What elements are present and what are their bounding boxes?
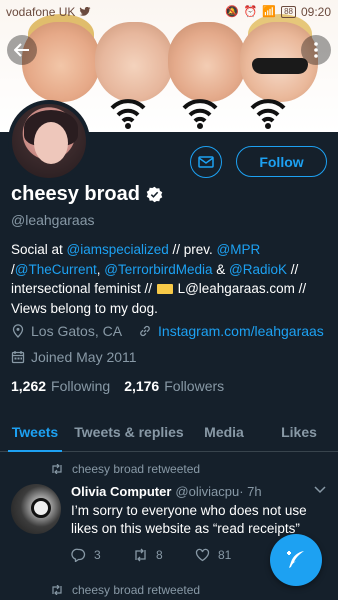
name-row: cheesy broad <box>11 183 163 206</box>
bio-mention-link[interactable]: @RadioK <box>229 262 287 277</box>
retweet-indicator: cheesy broad retweeted <box>50 583 200 597</box>
followers-count[interactable]: 2,176 <box>124 378 159 394</box>
follow-counts: 1,262 Following 2,176 Followers <box>11 378 224 394</box>
tweet-actions: 3 8 81 <box>71 548 257 562</box>
tab-tweets[interactable]: Tweets <box>0 412 70 452</box>
bio-mention-link[interactable]: @TerrorbirdMedia <box>104 262 212 277</box>
retweet-icon <box>52 464 62 474</box>
tweet-header: Olivia Computer @oliviacpu · 7h <box>71 484 326 499</box>
battery-indicator: 88 <box>281 6 296 18</box>
status-bar: vodafone UK 🔕 ⏰ 📶 88 09:20 <box>0 0 338 24</box>
reply-count: 3 <box>94 548 101 562</box>
retweet-label: cheesy broad retweeted <box>72 583 201 597</box>
banner-face <box>168 22 246 102</box>
link-icon <box>140 325 150 337</box>
reply-action[interactable]: 3 <box>71 548 133 562</box>
tweet-text[interactable]: I’m sorry to everyone who does not use l… <box>71 502 327 538</box>
tab-media[interactable]: Media <box>188 412 260 451</box>
website-link[interactable]: Instagram.com/leahgaraas <box>158 323 324 339</box>
joined-text: Joined May 2011 <box>31 349 137 365</box>
like-action[interactable]: 81 <box>195 548 257 562</box>
tweet-author-handle[interactable]: @oliviacpu <box>175 484 239 499</box>
chevron-down-icon[interactable] <box>314 486 326 494</box>
retweet-indicator: cheesy broad retweeted <box>50 462 200 476</box>
clock: 09:20 <box>300 5 331 19</box>
retweet-count: 8 <box>156 548 163 562</box>
sunglasses <box>252 58 308 74</box>
joined-row: Joined May 2011 <box>11 349 137 365</box>
tweet-author-name[interactable]: Olivia Computer <box>71 484 171 499</box>
compose-tweet-button[interactable] <box>270 534 322 586</box>
back-arrow-icon <box>14 43 29 57</box>
display-name: cheesy broad <box>11 183 140 205</box>
location-pin-icon <box>12 324 24 338</box>
calendar-icon <box>11 351 25 364</box>
tab-tweets-replies[interactable]: Tweets & replies <box>70 412 188 451</box>
location-row: Los Gatos, CA Instagram.com/leahgaraas <box>11 323 324 339</box>
compose-feather-icon <box>287 551 304 568</box>
avatar-face <box>34 122 68 164</box>
status-left: vodafone UK <box>6 5 91 19</box>
profile-avatar[interactable] <box>8 100 90 182</box>
profile-tabs: Tweets Tweets & replies Media Likes <box>0 412 338 452</box>
profile-handle: @leahgaraas <box>11 212 95 228</box>
bio-mention-link[interactable]: @MPR <box>217 242 261 257</box>
tab-likes[interactable]: Likes <box>260 412 338 451</box>
followers-label[interactable]: Followers <box>164 378 224 394</box>
following-count[interactable]: 1,262 <box>11 378 46 394</box>
twitter-notification-icon <box>79 7 91 16</box>
status-right: 🔕 ⏰ 📶 88 09:20 <box>225 5 331 19</box>
avatar-eye <box>31 498 51 518</box>
profile-bio: Social at @iamspecialized // prev. @MPR … <box>11 240 331 318</box>
following-label[interactable]: Following <box>51 378 110 394</box>
wifi-graphic <box>182 99 218 129</box>
retweet-icon <box>135 548 146 562</box>
retweet-action[interactable]: 8 <box>133 548 195 562</box>
tweet-time: · 7h <box>239 484 262 499</box>
bio-mention-link[interactable]: @TheCurrent <box>15 262 97 277</box>
retweet-label: cheesy broad retweeted <box>72 462 201 476</box>
wifi-graphic <box>250 99 286 129</box>
like-count: 81 <box>218 548 232 562</box>
wifi-status-icon: 📶 <box>262 5 277 18</box>
heart-icon <box>195 548 210 562</box>
bio-text: Social at <box>11 242 67 257</box>
more-options-button[interactable] <box>301 35 331 65</box>
retweet-icon <box>52 585 62 595</box>
follow-button[interactable]: Follow <box>236 146 327 177</box>
verified-badge-icon <box>146 186 163 203</box>
carrier-label: vodafone UK <box>6 5 76 19</box>
envelope-emoji-icon <box>156 284 173 295</box>
reply-icon <box>71 548 86 562</box>
banner-face <box>22 22 100 102</box>
bio-text: & <box>212 261 230 277</box>
message-button[interactable] <box>190 146 222 178</box>
back-button[interactable] <box>7 35 37 65</box>
mute-icon: 🔕 <box>224 5 239 18</box>
bio-mention-link[interactable]: @iamspecialized <box>67 242 169 257</box>
wifi-graphic <box>110 99 146 129</box>
tweet-author-avatar[interactable] <box>11 484 61 534</box>
alarm-icon: ⏰ <box>243 5 258 18</box>
location-text: Los Gatos, CA <box>31 323 123 339</box>
envelope-icon <box>198 156 214 168</box>
banner-face <box>95 22 173 102</box>
more-vertical-icon <box>314 42 318 58</box>
bio-text: // prev. <box>168 242 217 257</box>
